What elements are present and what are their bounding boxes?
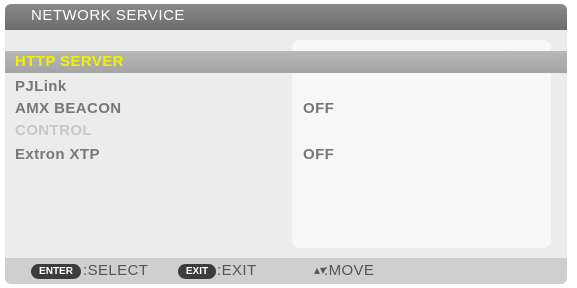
- menu-item-http-server[interactable]: HTTP SERVER: [5, 51, 567, 73]
- menu-item-label: PJLink: [15, 78, 67, 95]
- title-bar: NETWORK SERVICE: [5, 4, 567, 30]
- exit-key-icon: EXIT: [178, 264, 216, 279]
- enter-key-icon: ENTER: [31, 264, 81, 279]
- menu-item-label: CONTROL: [15, 122, 92, 139]
- footer-help-bar: ENTER :SELECT EXIT :EXIT ▴▾ :MOVE: [5, 258, 567, 284]
- menu-item-amx-beacon[interactable]: AMX BEACON OFF: [5, 98, 567, 120]
- menu-item-label: Extron XTP: [15, 146, 100, 163]
- select-hint: :SELECT: [83, 262, 149, 279]
- menu-item-label: AMX BEACON: [15, 100, 122, 117]
- menu-item-control: CONTROL: [5, 120, 567, 142]
- menu-item-pjlink[interactable]: PJLink: [5, 76, 567, 98]
- menu-item-value: OFF: [303, 146, 335, 163]
- network-service-menu: NETWORK SERVICE HTTP SERVER PJLink AMX B…: [5, 4, 567, 284]
- menu-title: NETWORK SERVICE: [31, 7, 185, 24]
- menu-item-label: HTTP SERVER: [15, 53, 124, 70]
- menu-item-extron-xtp[interactable]: Extron XTP OFF: [5, 144, 567, 166]
- menu-item-value: OFF: [303, 100, 335, 117]
- exit-hint: :EXIT: [217, 262, 257, 279]
- move-hint: :MOVE: [324, 262, 375, 279]
